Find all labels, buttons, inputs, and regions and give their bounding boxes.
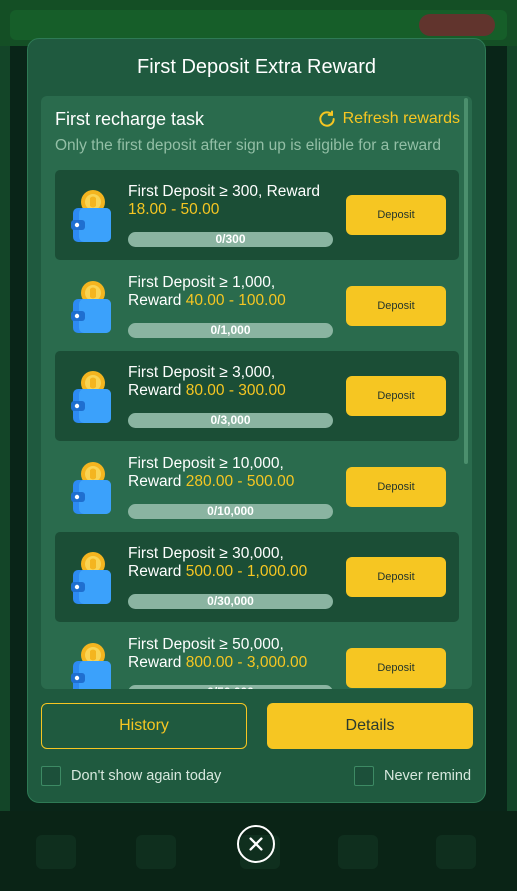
- task-item: First Deposit ≥ 1,000, Reward 40.00 - 10…: [55, 261, 459, 351]
- refresh-icon: [318, 110, 335, 127]
- task-title: First recharge task: [55, 109, 205, 129]
- task-description: First Deposit ≥ 3,000, Reward 80.00 - 30…: [128, 364, 338, 400]
- dont-show-again-toggle[interactable]: Don't show again today: [41, 766, 221, 786]
- task-panel: First recharge task Refresh rewards Only…: [41, 96, 472, 689]
- task-reward-prefix: Reward: [128, 472, 186, 490]
- task-progress-text: 0/30,000: [207, 594, 254, 609]
- task-reward-prefix: Reward: [128, 563, 186, 581]
- task-reward-prefix: Reward: [128, 382, 186, 400]
- first-deposit-modal: First Deposit Extra Reward First recharg…: [27, 38, 486, 803]
- task-reward-range: 80.00 - 300.00: [185, 382, 286, 400]
- task-description: First Deposit ≥ 30,000, Reward 500.00 - …: [128, 545, 338, 581]
- task-progress-bar: 0/10,000: [128, 503, 333, 519]
- task-reward-prefix: Reward: [128, 653, 186, 671]
- task-progress-bar: 0/300: [128, 232, 333, 247]
- task-subtitle: Only the first deposit after sign up is …: [55, 137, 441, 154]
- task-progress-bar: 0/3,000: [128, 413, 333, 429]
- deposit-button[interactable]: Deposit: [346, 647, 446, 688]
- never-remind-checkbox[interactable]: [354, 766, 374, 786]
- deposit-button[interactable]: Deposit: [346, 376, 446, 417]
- task-item: First Deposit ≥ 300, Reward 18.00 - 50.0…: [55, 170, 459, 260]
- task-progress-text: 0/1,000: [210, 322, 251, 337]
- dont-show-again-label: Don't show again today: [71, 768, 222, 784]
- wallet-icon: [71, 280, 111, 333]
- task-item: First Deposit ≥ 30,000, Reward 500.00 - …: [55, 532, 459, 623]
- task-requirement: First Deposit ≥ 3,000,: [128, 364, 276, 382]
- task-requirement: First Deposit ≥ 1,000,: [128, 273, 276, 291]
- task-description: First Deposit ≥ 1,000, Reward 40.00 - 10…: [128, 274, 338, 310]
- wallet-icon: [71, 642, 111, 689]
- task-reward-prefix: Reward: [128, 291, 186, 309]
- task-item: First Deposit ≥ 3,000, Reward 80.00 - 30…: [55, 351, 459, 442]
- task-requirement: First Deposit ≥ 30,000,: [128, 545, 284, 563]
- refresh-label: Refresh rewards: [342, 110, 460, 127]
- history-button[interactable]: History: [41, 703, 247, 749]
- task-reward-range: 40.00 - 100.00: [185, 291, 286, 309]
- task-progress-bar: 0/1,000: [128, 322, 333, 338]
- task-description: First Deposit ≥ 10,000, Reward 280.00 - …: [128, 455, 338, 491]
- task-reward-range: 18.00 - 50.00: [128, 201, 220, 218]
- never-remind-toggle[interactable]: Never remind: [354, 766, 471, 786]
- task-reward-range: 500.00 - 1,000.00: [185, 563, 308, 581]
- deposit-button[interactable]: Deposit: [346, 557, 446, 598]
- task-description: First Deposit ≥ 300, Reward 18.00 - 50.0…: [128, 183, 338, 219]
- deposit-button[interactable]: Deposit: [346, 285, 446, 326]
- task-list: First Deposit ≥ 300, Reward 18.00 - 50.0…: [55, 170, 459, 689]
- task-progress-text: 0/50,000: [128, 685, 333, 689]
- task-progress-bar: 0/30,000: [128, 594, 333, 610]
- close-icon: [249, 837, 263, 851]
- task-item: First Deposit ≥ 10,000, Reward 280.00 - …: [55, 442, 459, 532]
- task-requirement: First Deposit ≥ 300, Reward: [128, 183, 320, 200]
- deposit-button[interactable]: Deposit: [346, 195, 446, 235]
- close-modal-button[interactable]: [237, 825, 275, 863]
- task-progress-bar: 0/50,000: [128, 684, 333, 689]
- task-progress-text: 0/10,000: [207, 503, 254, 518]
- wallet-icon: [71, 371, 111, 424]
- wallet-icon: [71, 552, 111, 605]
- task-reward-range: 280.00 - 500.00: [185, 472, 295, 490]
- details-button[interactable]: Details: [267, 703, 473, 749]
- dont-show-again-checkbox[interactable]: [41, 766, 61, 786]
- task-description: First Deposit ≥ 50,000, Reward 800.00 - …: [128, 636, 338, 672]
- task-requirement: First Deposit ≥ 10,000,: [128, 454, 284, 472]
- modal-title: First Deposit Extra Reward: [137, 56, 376, 78]
- task-progress-text: 0/300: [215, 232, 246, 246]
- scrollbar[interactable]: [464, 98, 468, 464]
- wallet-icon: [71, 190, 111, 242]
- never-remind-label: Never remind: [384, 768, 472, 784]
- task-progress-text: 0/3,000: [210, 413, 251, 428]
- refresh-rewards-button[interactable]: Refresh rewards: [317, 109, 460, 129]
- wallet-icon: [71, 461, 111, 514]
- task-item: First Deposit ≥ 50,000, Reward 800.00 - …: [55, 623, 459, 689]
- deposit-button[interactable]: Deposit: [346, 466, 446, 507]
- task-requirement: First Deposit ≥ 50,000,: [128, 635, 284, 653]
- task-reward-range: 800.00 - 3,000.00: [185, 653, 308, 671]
